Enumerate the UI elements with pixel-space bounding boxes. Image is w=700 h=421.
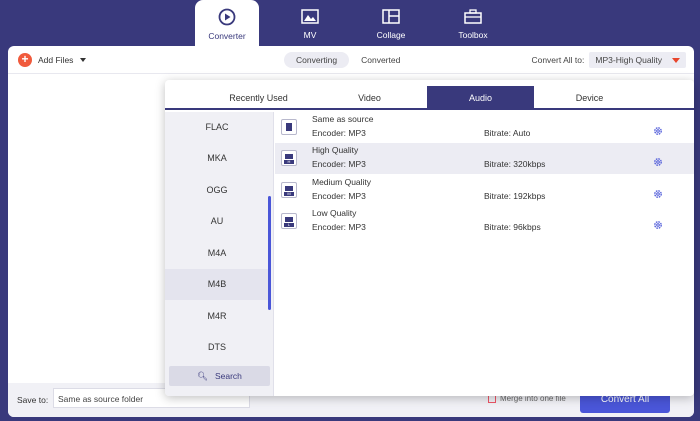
format-item-flac[interactable]: FLAC [165, 112, 269, 143]
quality-bitrate: Bitrate: 320kbps [484, 159, 546, 169]
format-tabs: Recently Used Video Audio Device [165, 86, 694, 110]
format-item-m4r[interactable]: M4R [165, 301, 269, 332]
convert-all-value: MP3-High Quality [595, 55, 662, 65]
quality-encoder: Encoder: MP3 [312, 222, 366, 232]
nav-toolbox[interactable]: Toolbox [441, 0, 505, 46]
toolbar: + Add Files Converting Converted Convert… [8, 46, 694, 74]
format-item-mka[interactable]: MKA [165, 143, 269, 174]
mv-icon [301, 8, 319, 24]
format-popup: Recently Used Video Audio Device FLAC MK… [165, 80, 694, 396]
gear-icon[interactable] [653, 157, 663, 167]
quality-name: High Quality [312, 145, 359, 155]
quality-row[interactable]: H High Quality Encoder: MP3 Bitrate: 320… [275, 143, 694, 174]
gear-icon[interactable] [653, 126, 663, 136]
gear-icon[interactable] [653, 220, 663, 230]
plus-icon: + [18, 53, 32, 67]
quality-name: Same as source [312, 114, 374, 124]
tab-video[interactable]: Video [330, 86, 409, 110]
collage-icon [382, 8, 400, 24]
search-label: Search [214, 371, 242, 381]
nav-label: Collage [376, 30, 406, 40]
high-quality-icon: H [281, 150, 297, 166]
tab-audio[interactable]: Audio [427, 86, 534, 110]
tab-converted[interactable]: Converted [349, 52, 412, 68]
nav-converter[interactable]: Converter [195, 0, 259, 47]
quality-row[interactable]: L Low Quality Encoder: MP3 Bitrate: 96kb… [275, 206, 694, 237]
nav-mv[interactable]: MV [278, 0, 342, 46]
format-list-scrollbar[interactable] [268, 196, 271, 310]
nav-label: Toolbox [458, 30, 488, 40]
convert-all-to: Convert All to: MP3-High Quality [531, 52, 686, 68]
tab-recently-used[interactable]: Recently Used [219, 86, 298, 110]
quality-encoder: Encoder: MP3 [312, 159, 366, 169]
nav-collage[interactable]: Collage [359, 0, 423, 46]
format-item-dts[interactable]: DTS [165, 332, 269, 363]
format-item-au[interactable]: AU [165, 206, 269, 237]
top-nav: Converter MV Collage Toolbox [0, 0, 700, 47]
format-item-m4a[interactable]: M4A [165, 238, 269, 269]
status-tabs: Converting Converted [284, 52, 412, 68]
quality-bitrate: Bitrate: 192kbps [484, 191, 546, 201]
add-files-label: Add Files [38, 55, 74, 65]
save-to-label: Save to: [17, 395, 49, 405]
search-icon: 🔍︎ [197, 371, 208, 381]
quality-name: Medium Quality [312, 177, 372, 187]
add-files-button[interactable]: + Add Files [18, 53, 87, 67]
format-list: FLAC MKA OGG AU M4A M4B M4R DTS 🔍︎ Searc… [165, 112, 274, 396]
convert-all-select[interactable]: MP3-High Quality [589, 52, 686, 68]
low-quality-icon: L [281, 213, 297, 229]
quality-bitrate: Bitrate: Auto [484, 128, 531, 138]
format-item-m4b[interactable]: M4B [165, 269, 269, 300]
tab-converting[interactable]: Converting [284, 52, 350, 68]
chevron-down-icon[interactable] [80, 58, 87, 62]
format-item-ogg[interactable]: OGG [165, 175, 269, 206]
gear-icon[interactable] [653, 189, 663, 199]
quality-name: Low Quality [312, 208, 357, 218]
chevron-down-icon [672, 57, 680, 63]
nav-label: MV [303, 30, 317, 40]
tab-device[interactable]: Device [550, 86, 629, 110]
quality-bitrate: Bitrate: 96kbps [484, 222, 541, 232]
quality-row[interactable]: Same as source Encoder: MP3 Bitrate: Aut… [275, 112, 694, 143]
quality-row[interactable]: M Medium Quality Encoder: MP3 Bitrate: 1… [275, 175, 694, 206]
quality-encoder: Encoder: MP3 [312, 128, 366, 138]
convert-all-label: Convert All to: [531, 55, 585, 65]
quality-encoder: Encoder: MP3 [312, 191, 366, 201]
converter-icon [218, 8, 236, 26]
toolbox-icon [464, 8, 482, 24]
medium-quality-icon: M [281, 182, 297, 198]
search-button[interactable]: 🔍︎ Search [169, 366, 270, 386]
file-icon [281, 119, 297, 135]
nav-label: Converter [208, 31, 246, 41]
